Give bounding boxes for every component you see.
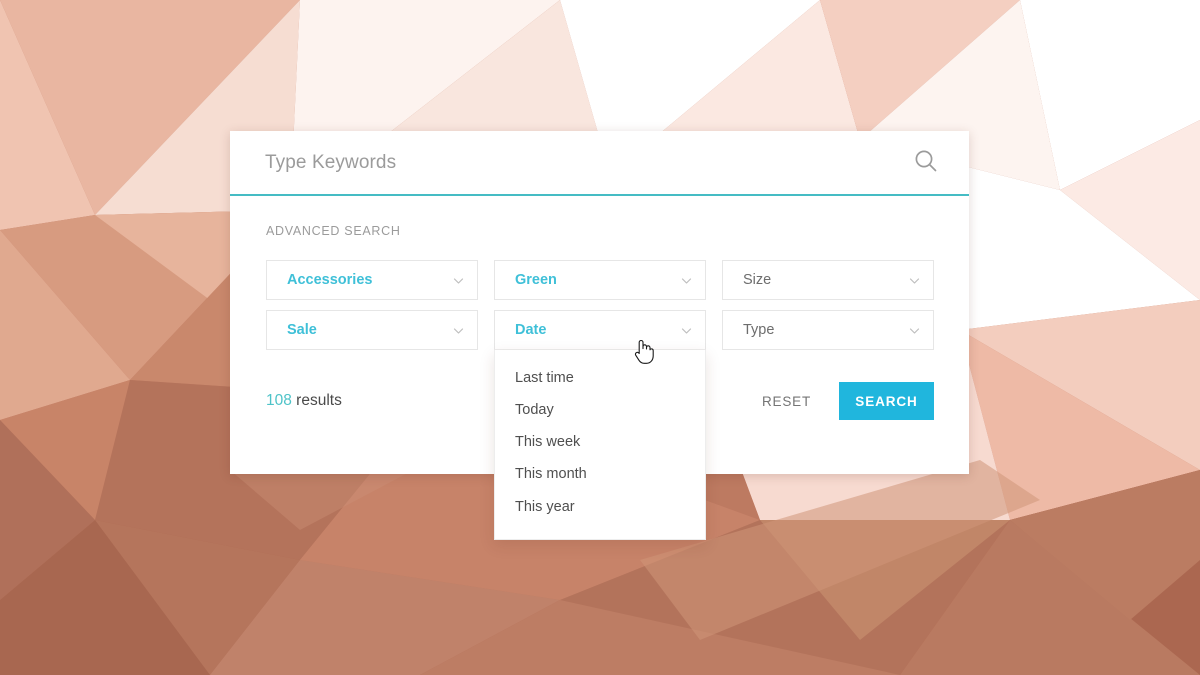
search-icon [912, 147, 940, 178]
chevron-down-icon [680, 324, 693, 337]
filter-row-1: Accessories Green Size [266, 260, 934, 300]
filter-label-sale: Sale [287, 322, 317, 338]
filter-select-category[interactable]: Accessories [266, 260, 478, 300]
dropdown-item-this-week[interactable]: This week [495, 426, 705, 458]
footer-actions: RESET SEARCH [760, 382, 934, 420]
dropdown-item-last-time[interactable]: Last time [495, 362, 705, 394]
results-word: results [291, 392, 342, 409]
keyword-search-row [230, 131, 969, 196]
filter-date-wrapper: Date Last time Today This week This mont… [494, 310, 706, 540]
filter-label-color: Green [515, 272, 557, 288]
advanced-search-card: ADVANCED SEARCH Accessories Green [230, 131, 969, 540]
filter-select-color[interactable]: Green [494, 260, 706, 300]
filters-area: Accessories Green Size Sale Date Last ti… [230, 238, 969, 540]
results-count: 108 [266, 392, 292, 409]
dropdown-item-this-month[interactable]: This month [495, 458, 705, 490]
chevron-down-icon [908, 324, 921, 337]
results-summary: 108 results [266, 392, 342, 410]
filter-label-size: Size [743, 272, 772, 288]
search-button[interactable]: SEARCH [839, 382, 934, 420]
date-dropdown-menu: Last time Today This week This month Thi… [494, 350, 706, 540]
filter-label-date: Date [515, 322, 547, 338]
chevron-down-icon [680, 274, 693, 287]
dropdown-item-this-year[interactable]: This year [495, 491, 705, 523]
advanced-search-label: ADVANCED SEARCH [266, 224, 401, 238]
search-submit-button[interactable] [909, 146, 943, 180]
chevron-down-icon [452, 274, 465, 287]
search-input[interactable] [265, 151, 909, 174]
filter-row-2: Sale Date Last time Today This week This… [266, 310, 934, 540]
filter-select-sale[interactable]: Sale [266, 310, 478, 350]
chevron-down-icon [908, 274, 921, 287]
filter-label-type: Type [743, 322, 775, 338]
reset-button[interactable]: RESET [760, 388, 813, 415]
filter-select-size[interactable]: Size [722, 260, 934, 300]
dropdown-item-today[interactable]: Today [495, 394, 705, 426]
filter-select-type[interactable]: Type [722, 310, 934, 350]
filter-label-category: Accessories [287, 272, 373, 288]
chevron-down-icon [452, 324, 465, 337]
filter-select-date[interactable]: Date [494, 310, 706, 350]
